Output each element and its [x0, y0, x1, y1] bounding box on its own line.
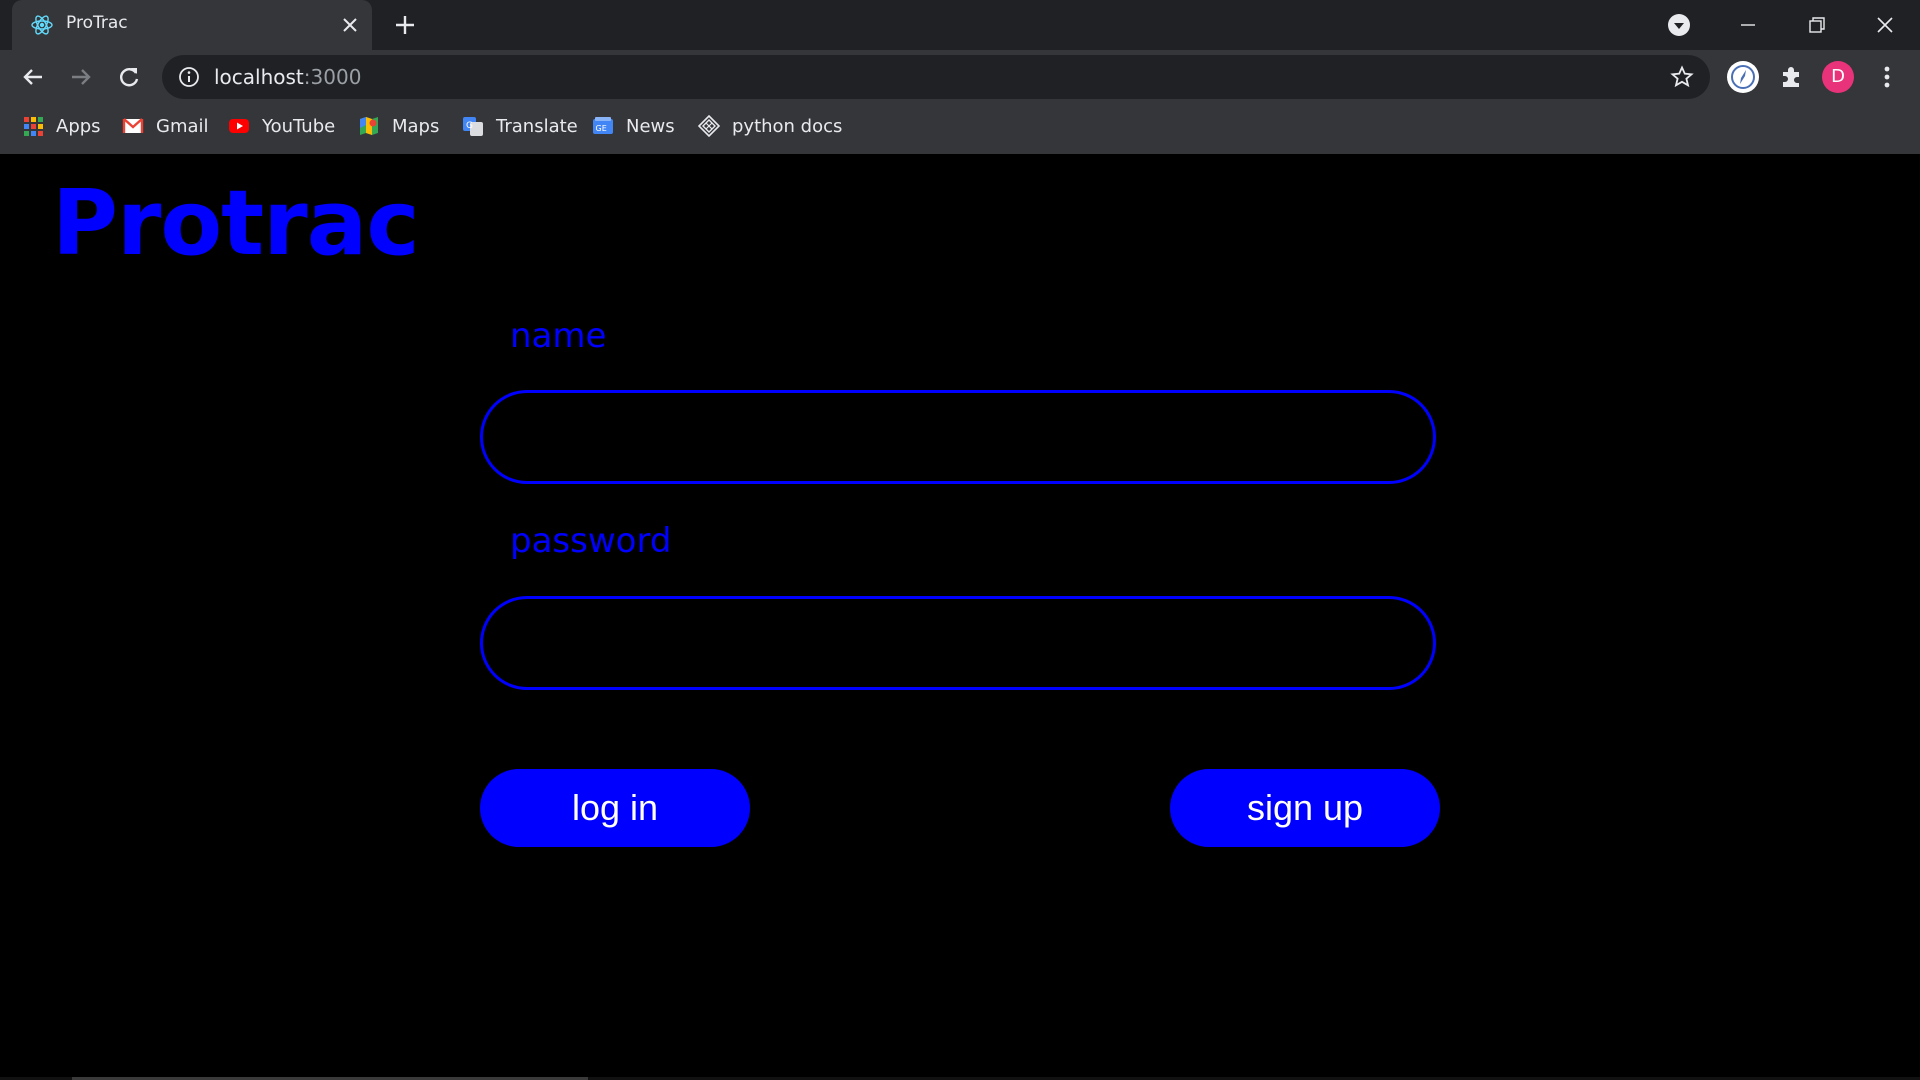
- profile-avatar[interactable]: D: [1822, 61, 1854, 93]
- address-bar[interactable]: localhost:3000: [162, 55, 1710, 99]
- gmail-icon: [122, 118, 144, 133]
- signup-button[interactable]: sign up: [1170, 769, 1440, 847]
- minimize-icon[interactable]: [1733, 10, 1763, 40]
- login-button[interactable]: log in: [480, 769, 750, 847]
- svg-text:GE: GE: [596, 124, 607, 133]
- python-docs-icon: [698, 115, 720, 137]
- extension-compass-icon[interactable]: [1726, 60, 1760, 94]
- reload-icon[interactable]: [114, 62, 144, 92]
- close-window-icon[interactable]: [1870, 10, 1900, 40]
- youtube-icon: [229, 119, 249, 133]
- bookmark-label: Gmail: [156, 115, 209, 137]
- page-viewport: Protrac name password log in sign up: [0, 154, 1920, 1080]
- bookmark-youtube[interactable]: YouTube: [228, 113, 335, 139]
- bookmark-translate[interactable]: G Translate: [462, 113, 578, 139]
- more-menu-icon[interactable]: [1870, 60, 1904, 94]
- bookmark-label: Translate: [496, 115, 578, 137]
- extensions-puzzle-icon[interactable]: [1774, 60, 1808, 94]
- svg-text:G: G: [466, 121, 473, 131]
- translate-icon: G: [463, 117, 483, 136]
- bookmark-star-icon[interactable]: [1670, 65, 1694, 89]
- tab-strip: ProTrac: [0, 0, 1920, 50]
- bookmark-label: python docs: [732, 115, 843, 137]
- back-icon[interactable]: [18, 62, 48, 92]
- app-logo-title: Protrac: [52, 171, 420, 276]
- maps-icon: [360, 117, 378, 135]
- bookmark-gmail[interactable]: Gmail: [122, 113, 209, 139]
- new-tab-icon[interactable]: [392, 12, 418, 38]
- react-atom-icon: [31, 15, 53, 35]
- apps-grid-icon: [24, 117, 43, 136]
- restore-icon[interactable]: [1802, 10, 1832, 40]
- bookmark-python-docs[interactable]: python docs: [698, 113, 842, 139]
- bookmark-maps[interactable]: Maps: [358, 113, 439, 139]
- close-tab-icon[interactable]: [340, 15, 360, 35]
- forward-icon[interactable]: [66, 62, 96, 92]
- bookmark-label: YouTube: [262, 115, 336, 137]
- url-host: localhost: [214, 65, 304, 89]
- url-port: :3000: [303, 65, 362, 89]
- browser-chrome: ProTrac localhost:3000 D Apps Gmail YouT…: [0, 0, 1920, 154]
- browser-tab[interactable]: ProTrac: [12, 0, 372, 50]
- bookmark-apps[interactable]: Apps: [22, 113, 101, 139]
- url-text[interactable]: localhost:3000: [214, 65, 361, 89]
- bookmark-label: Apps: [56, 115, 101, 137]
- tab-title: ProTrac: [66, 13, 128, 33]
- site-info-icon[interactable]: [178, 66, 200, 88]
- password-input[interactable]: [480, 596, 1436, 690]
- bookmarks-bar: Apps Gmail YouTube Maps G Translate GE N…: [0, 107, 1920, 145]
- name-label: name: [510, 316, 607, 356]
- news-icon: GE: [593, 117, 613, 134]
- password-label: password: [510, 521, 672, 561]
- bookmark-news[interactable]: GE News: [592, 113, 675, 139]
- bookmark-label: News: [626, 115, 675, 137]
- tab-search-icon[interactable]: [1666, 12, 1692, 38]
- name-input[interactable]: [480, 390, 1436, 484]
- bookmark-label: Maps: [392, 115, 440, 137]
